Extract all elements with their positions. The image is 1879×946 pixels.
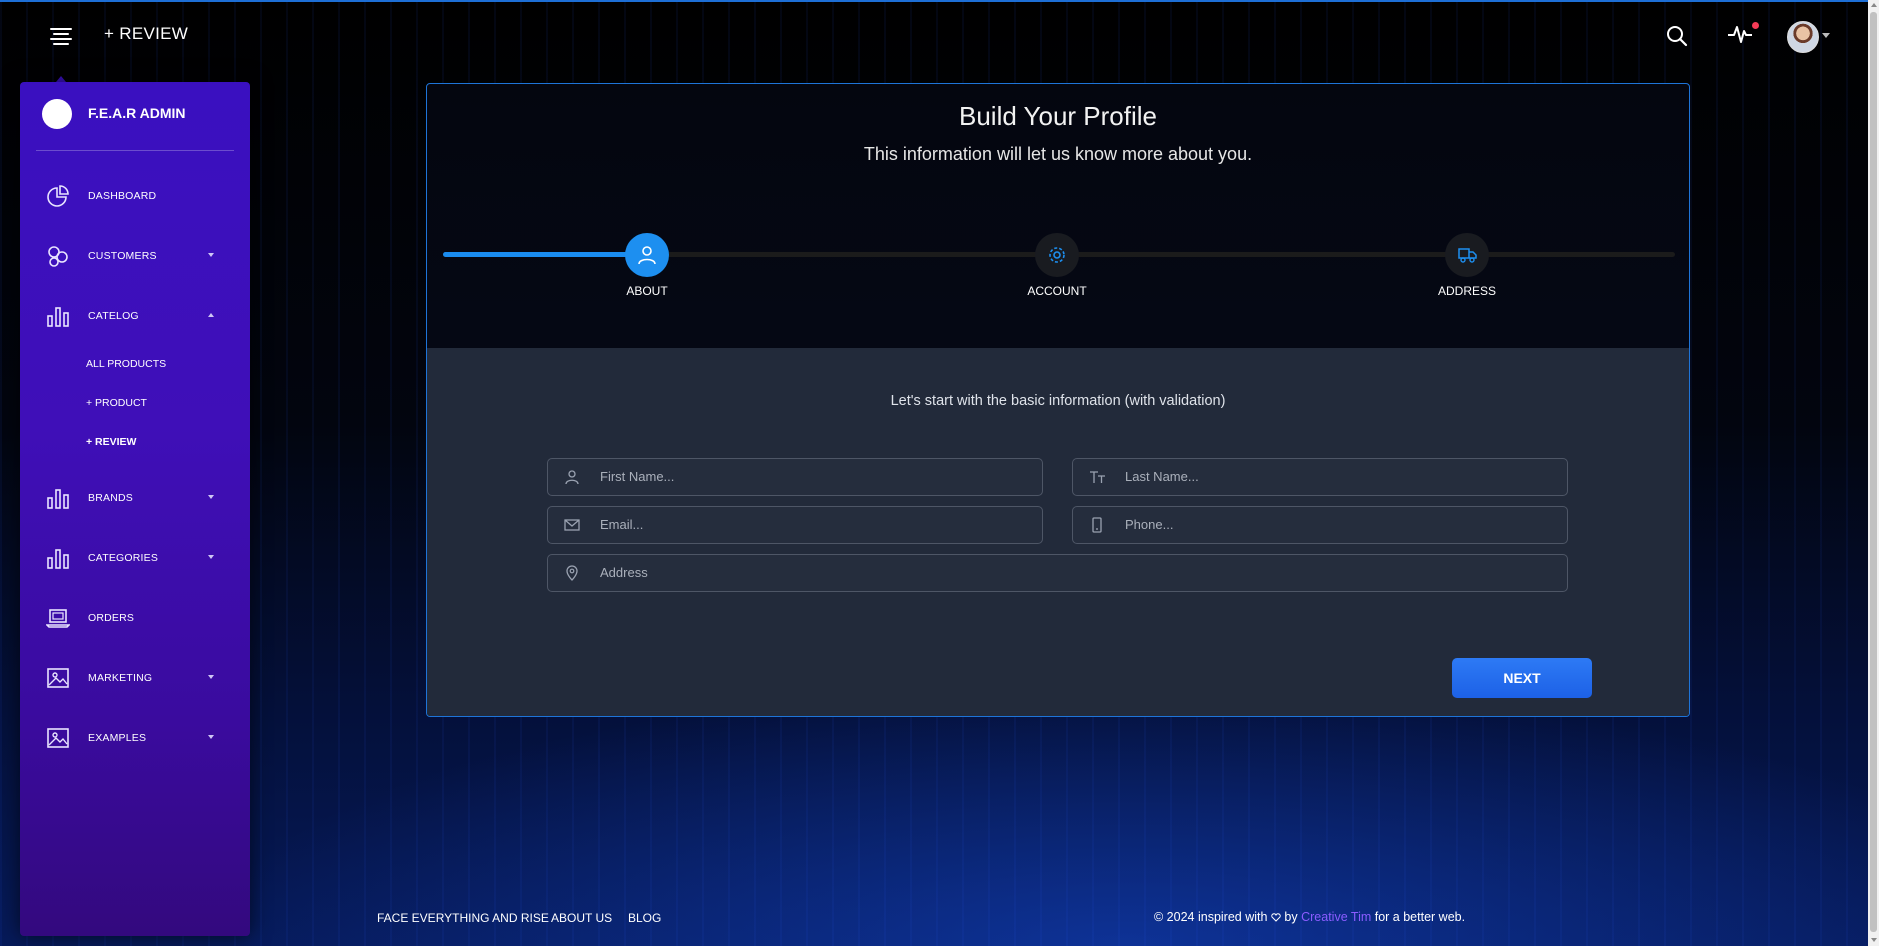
bar-chart-icon [46,546,70,570]
sidebar-divider [36,150,234,151]
hamburger-menu-icon[interactable] [50,28,74,46]
chevron-down-icon [208,495,214,499]
sidebar-item-label: CATEGORIES [88,552,159,564]
sidebar-item-brands[interactable]: BRANDS [20,478,250,518]
footer-copyright: © 2024 inspired with by Creative Tim for… [1154,910,1465,924]
chevron-down-icon [208,735,214,739]
image-icon [46,726,70,750]
sidebar-item-label: CUSTOMERS [88,250,157,262]
laptop-icon [45,606,71,630]
last-name-field [1072,458,1568,496]
heart-icon [1271,913,1281,922]
phone-input[interactable] [1125,507,1559,541]
sidebar-item-label: BRANDS [88,492,133,504]
brand-name[interactable]: F.E.A.R ADMIN [88,105,185,121]
wizard-progress-fill [443,252,643,257]
map-pin-icon [566,565,578,581]
top-navbar: + REVIEW [0,2,1879,68]
sidebar-item-marketing[interactable]: MARKETING [20,658,250,698]
first-name-input[interactable] [600,459,1034,493]
step-account-label[interactable]: ACCOUNT [977,284,1137,298]
bar-chart-icon [46,486,70,510]
copyright-suffix: for a better web. [1374,910,1466,924]
chevron-down-icon[interactable] [1822,33,1830,38]
wizard-title: Build Your Profile [958,101,1158,131]
delivery-truck-icon [1458,248,1477,263]
step-address-label[interactable]: ADDRESS [1387,284,1547,298]
user-icon [565,470,579,485]
step-account-button[interactable] [1035,233,1079,277]
phone-field [1072,506,1568,544]
first-name-field [547,458,1043,496]
copyright-prefix: © 2024 inspired with [1154,910,1268,924]
step-about-button[interactable] [625,233,669,277]
gear-icon [1049,247,1065,263]
sidebar-item-label: ORDERS [88,612,135,624]
page-title: + REVIEW [104,24,189,43]
wizard-form-panel: Let's start with the basic information (… [427,348,1689,716]
sidebar-item-examples[interactable]: EXAMPLES [20,718,250,758]
footer-link-face-everything[interactable]: FACE EVERYTHING AND RISE [377,911,549,925]
form-heading: Let's start with the basic information (… [890,393,1226,409]
next-button[interactable]: NEXT [1452,658,1592,698]
scrollbar-thumb[interactable] [1870,12,1877,932]
image-icon [46,666,70,690]
page-scrollbar[interactable] [1868,0,1879,946]
envelope-icon [564,519,580,531]
pie-chart-icon [46,184,70,208]
user-avatar[interactable] [1787,21,1819,53]
address-field [547,554,1568,592]
copyright-by: by [1284,910,1298,924]
bar-chart-icon [46,304,70,328]
brand-logo[interactable] [42,99,72,129]
sidebar-item-label: MARKETING [88,672,153,684]
sidebar-item-customers[interactable]: CUSTOMERS [20,236,250,276]
sidebar-subitem-review[interactable]: + REVIEW [86,436,136,448]
sidebar-item-dashboard[interactable]: DASHBOARD [20,176,250,216]
notification-dot [1752,22,1759,29]
profile-wizard-card: Build Your Profile This information will… [426,83,1690,717]
scroll-up-arrow[interactable] [1871,3,1877,7]
chevron-down-icon [208,253,214,257]
email-input[interactable] [600,507,1034,541]
chevron-up-icon [208,313,214,317]
address-input[interactable] [600,555,1559,589]
footer-link-about-us[interactable]: ABOUT US [551,911,612,925]
sidebar-item-orders[interactable]: ORDERS [20,598,250,638]
sidebar-item-label: DASHBOARD [88,190,157,202]
search-icon[interactable] [1665,24,1689,48]
atom-icon [46,244,70,268]
sidebar-subitem-product[interactable]: + PRODUCT [86,397,147,409]
creative-tim-link[interactable]: Creative Tim [1301,910,1371,924]
sidebar-item-catelog[interactable]: CATELOG [20,296,250,336]
sidebar-subitem-all-products[interactable]: ALL PRODUCTS [86,358,166,370]
last-name-input[interactable] [1125,459,1559,493]
chevron-down-icon [208,675,214,679]
footer-link-blog[interactable]: BLOG [628,911,661,925]
sidebar: F.E.A.R ADMIN DASHBOARD CUSTOMERS CATELO… [20,82,250,936]
email-field [547,506,1043,544]
sidebar-item-label: EXAMPLES [88,732,147,744]
chevron-down-icon [208,555,214,559]
step-about-label[interactable]: ABOUT [567,284,727,298]
scroll-down-arrow[interactable] [1871,938,1877,942]
step-address-button[interactable] [1445,233,1489,277]
sidebar-item-label: CATELOG [88,310,139,322]
mobile-phone-icon [1092,517,1102,533]
text-caps-icon [1090,471,1105,483]
sidebar-item-categories[interactable]: CATEGORIES [20,538,250,578]
wizard-subtitle: This information will let us know more a… [863,144,1253,164]
user-icon [638,246,656,265]
